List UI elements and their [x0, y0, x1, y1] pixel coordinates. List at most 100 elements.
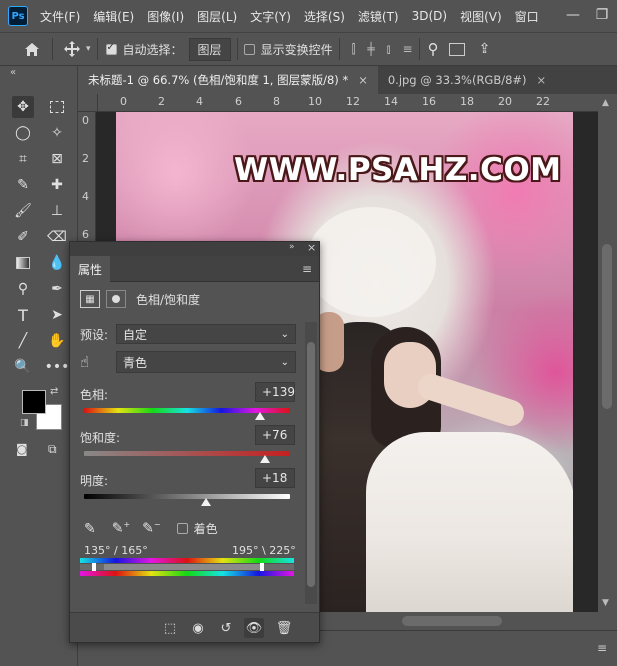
scroll-up-icon[interactable]: ▲: [602, 98, 609, 108]
history-brush-icon[interactable]: ✐: [12, 226, 34, 248]
saturation-input[interactable]: +76: [255, 425, 295, 445]
zoom-tool-icon[interactable]: 🔍: [12, 356, 34, 378]
move-tool-icon[interactable]: ▾: [63, 40, 91, 58]
panel-header[interactable]: » ×: [70, 241, 319, 256]
lasso-tool-icon[interactable]: ◯: [12, 122, 34, 144]
default-colors-icon[interactable]: ◨: [20, 418, 29, 428]
chevron-down-icon[interactable]: ▾: [86, 44, 91, 54]
show-transform-checkbox[interactable]: [243, 43, 255, 55]
menu-type[interactable]: 文字(Y): [250, 8, 291, 25]
magic-wand-icon[interactable]: ✧: [46, 122, 68, 144]
visibility-eye-icon[interactable]: 👁: [244, 618, 264, 638]
path-select-icon[interactable]: ➤: [46, 304, 68, 326]
mask-icon[interactable]: [106, 290, 126, 308]
targeted-adjust-icon[interactable]: ☝: [80, 353, 116, 371]
align-center-icon[interactable]: ╪: [367, 42, 374, 57]
dodge-tool-icon[interactable]: ⚲: [12, 278, 34, 300]
range-handle-right-outer[interactable]: [260, 563, 264, 571]
scroll-thumb[interactable]: [602, 244, 612, 409]
crop-tool-icon[interactable]: ⌗: [12, 148, 34, 170]
menu-image[interactable]: 图像(I): [147, 8, 184, 25]
minimize-icon[interactable]: —: [558, 0, 588, 30]
menu-icon[interactable]: ≡: [597, 641, 607, 655]
menu-window[interactable]: 窗口: [515, 8, 539, 25]
menu-filter[interactable]: 滤镜(T): [358, 8, 399, 25]
menu-view[interactable]: 视图(V): [460, 8, 502, 25]
tab-untitled-1[interactable]: 未标题-1 @ 66.7% (色相/饱和度 1, 图层蒙版/8) * ×: [78, 66, 378, 94]
swap-colors-icon[interactable]: ⇄: [50, 386, 58, 397]
panel-menu-icon[interactable]: ≡: [302, 262, 312, 276]
collapse-icon[interactable]: «: [10, 67, 16, 78]
channel-dropdown[interactable]: 青色 ⌄: [116, 351, 296, 373]
lightness-input[interactable]: +18: [255, 468, 295, 488]
tab-properties[interactable]: 属性: [70, 256, 111, 282]
saturation-slider[interactable]: [84, 451, 290, 456]
type-tool-icon[interactable]: T: [12, 304, 34, 326]
screen-mode-icon[interactable]: ⧉: [48, 442, 57, 457]
horizontal-scrollbar[interactable]: [320, 612, 598, 630]
trash-icon[interactable]: 🗑: [274, 618, 294, 638]
close-icon[interactable]: ×: [358, 73, 368, 87]
menu-edit[interactable]: 编辑(E): [93, 8, 134, 25]
view-previous-icon[interactable]: ◉: [188, 618, 208, 638]
lightness-slider-handle[interactable]: [200, 498, 211, 506]
brush-tool-icon[interactable]: 🖌: [12, 200, 34, 222]
hue-slider-handle[interactable]: [255, 412, 266, 420]
pen-tool-icon[interactable]: ✒: [46, 278, 68, 300]
share-icon[interactable]: ⇪: [479, 41, 491, 57]
auto-select-checkbox[interactable]: [105, 42, 117, 55]
distribute-icon[interactable]: ≡: [403, 42, 413, 57]
saturation-slider-handle[interactable]: [260, 455, 271, 463]
adjustment-icon[interactable]: ▦: [80, 290, 100, 308]
panel-scrollbar[interactable]: [305, 322, 317, 604]
frame-tool-icon[interactable]: ⊠: [46, 148, 68, 170]
tab-0-jpg[interactable]: 0.jpg @ 33.3%(RGB/8#) ×: [378, 66, 556, 94]
foreground-color-swatch[interactable]: [22, 390, 46, 414]
range-slider-track[interactable]: [80, 563, 294, 571]
scroll-down-icon[interactable]: ▼: [602, 598, 609, 608]
menu-select[interactable]: 选择(S): [304, 8, 345, 25]
align-right-icon[interactable]: ⫾: [387, 42, 391, 57]
menu-file[interactable]: 文件(F): [40, 8, 80, 25]
eyedropper-minus-icon[interactable]: ✎−: [142, 520, 160, 537]
move-tool-icon[interactable]: ✥: [12, 96, 34, 118]
lightness-slider[interactable]: [84, 494, 290, 499]
close-icon[interactable]: ×: [537, 73, 547, 87]
eyedropper-icon[interactable]: ✎: [84, 521, 96, 537]
auto-select-dropdown[interactable]: 图层: [188, 37, 231, 61]
reset-icon[interactable]: ↺: [216, 618, 236, 638]
more-tools-icon[interactable]: •••: [45, 356, 70, 378]
menu-3d[interactable]: 3D(D): [412, 9, 447, 23]
menu-layer[interactable]: 图层(L): [197, 8, 237, 25]
quick-mask-icon[interactable]: ◙: [16, 442, 28, 456]
stamp-tool-icon[interactable]: ⊥: [46, 200, 68, 222]
scroll-thumb[interactable]: [307, 342, 315, 587]
collapse-icon[interactable]: »: [289, 242, 295, 252]
blur-tool-icon[interactable]: 💧: [46, 252, 68, 274]
marquee-tool-icon[interactable]: [46, 96, 68, 118]
range-middle[interactable]: [104, 564, 264, 570]
divider: [52, 38, 53, 60]
vertical-scrollbar[interactable]: ▲ ▼: [598, 94, 617, 612]
eyedropper-plus-icon[interactable]: ✎+: [112, 520, 130, 537]
hue-input[interactable]: +139: [255, 382, 295, 402]
restore-icon[interactable]: ❐: [587, 0, 617, 30]
align-left-icon[interactable]: ⫿: [352, 42, 356, 57]
line-tool-icon[interactable]: ╱: [12, 330, 34, 352]
clip-to-layer-icon[interactable]: ⬚: [160, 618, 180, 638]
eraser-tool-icon[interactable]: ⌫: [46, 226, 68, 248]
healing-brush-icon[interactable]: ✚: [46, 174, 68, 196]
search-icon[interactable]: ⚲: [428, 40, 439, 58]
gradient-tool-icon[interactable]: [12, 252, 34, 274]
range-handle-left-outer[interactable]: [92, 563, 96, 571]
colorize-checkbox[interactable]: [176, 523, 188, 534]
eyedropper-icon[interactable]: ✎: [12, 174, 34, 196]
preset-dropdown[interactable]: 自定 ⌄: [116, 324, 296, 344]
menu-bar: Ps 文件(F) 编辑(E) 图像(I) 图层(L) 文字(Y) 选择(S) 滤…: [0, 0, 617, 32]
close-icon[interactable]: ×: [307, 241, 316, 254]
hand-tool-icon[interactable]: ✋: [46, 330, 68, 352]
home-icon[interactable]: [18, 42, 46, 57]
scroll-thumb[interactable]: [402, 616, 502, 626]
workspace-icon[interactable]: [448, 42, 465, 56]
horizontal-ruler[interactable]: 0 2 4 6 8 10 12 14 16 18 20 22: [98, 94, 598, 112]
